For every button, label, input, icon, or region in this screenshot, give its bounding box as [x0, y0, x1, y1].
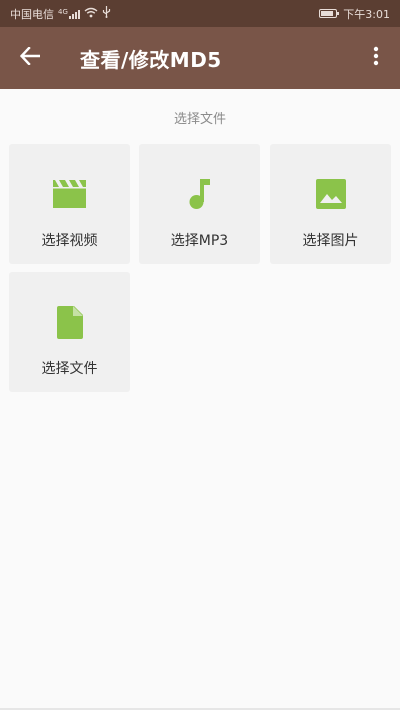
tile-label: 选择MP3: [170, 233, 229, 249]
more-vert-icon: [373, 46, 379, 70]
back-button[interactable]: [0, 27, 60, 89]
select-file-tile[interactable]: 选择文件: [9, 272, 130, 392]
arrow-back-icon: [19, 46, 41, 69]
wifi-icon: [84, 7, 98, 21]
network-type-label: 4G: [58, 7, 68, 16]
page-title: 查看/修改MD5: [80, 47, 222, 72]
select-image-tile[interactable]: 选择图片: [270, 144, 391, 264]
battery-icon: [319, 9, 340, 18]
app-bar: 查看/修改MD5: [0, 27, 400, 89]
tile-label: 选择文件: [41, 361, 98, 377]
signal-icon: 4G: [58, 7, 80, 19]
music-note-icon: [188, 179, 212, 209]
usb-icon: [102, 6, 111, 21]
carrier-name: 中国电信: [10, 7, 54, 21]
file-icon: [56, 305, 83, 339]
tile-label: 选择图片: [302, 233, 359, 249]
more-options-button[interactable]: [352, 27, 400, 89]
image-icon: [315, 179, 346, 209]
tile-label: 选择视频: [41, 233, 98, 249]
section-label: 选择文件: [173, 112, 226, 127]
status-bar: 中国电信 4G 下午3:01: [0, 0, 400, 27]
select-mp3-tile[interactable]: 选择MP3: [139, 144, 260, 264]
select-video-tile[interactable]: 选择视频: [9, 144, 130, 264]
movie-icon: [53, 179, 86, 209]
clock-time: 下午3:01: [343, 7, 390, 21]
